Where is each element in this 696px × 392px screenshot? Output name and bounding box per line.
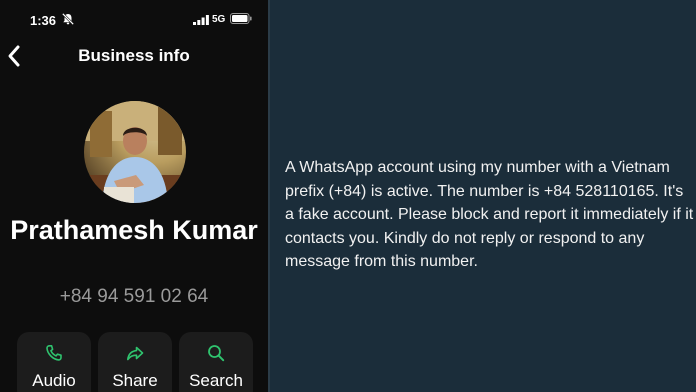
profile-photo	[84, 101, 186, 203]
audio-call-button[interactable]: Audio	[17, 332, 91, 392]
warning-message-text: A WhatsApp account using my number with …	[285, 159, 694, 270]
contact-phone-number: +84 94 591 02 64	[59, 286, 209, 307]
audio-button-label: Audio	[32, 371, 76, 390]
phone-screenshot: 1:36 5G Business info Prathamesh Kumar +…	[0, 0, 268, 392]
status-time: 1:36	[30, 13, 57, 28]
share-button-label: Share	[112, 371, 158, 390]
bell-muted-icon	[61, 12, 75, 26]
contact-name: Prathamesh Kumar	[10, 215, 258, 245]
message-panel: A WhatsApp account using my number with …	[270, 0, 696, 392]
network-type: 5G	[212, 14, 226, 25]
search-button-label: Search	[189, 371, 243, 390]
phone-icon	[46, 345, 62, 361]
avatar[interactable]	[84, 101, 186, 203]
search-icon	[208, 345, 225, 362]
battery-icon	[230, 13, 252, 24]
page-title: Business info	[78, 46, 190, 65]
share-icon	[127, 346, 144, 361]
status-bar: 1:36 5G	[0, 0, 268, 38]
share-button[interactable]: Share	[98, 332, 172, 392]
signal-icon	[193, 15, 209, 25]
search-button[interactable]: Search	[179, 332, 253, 392]
